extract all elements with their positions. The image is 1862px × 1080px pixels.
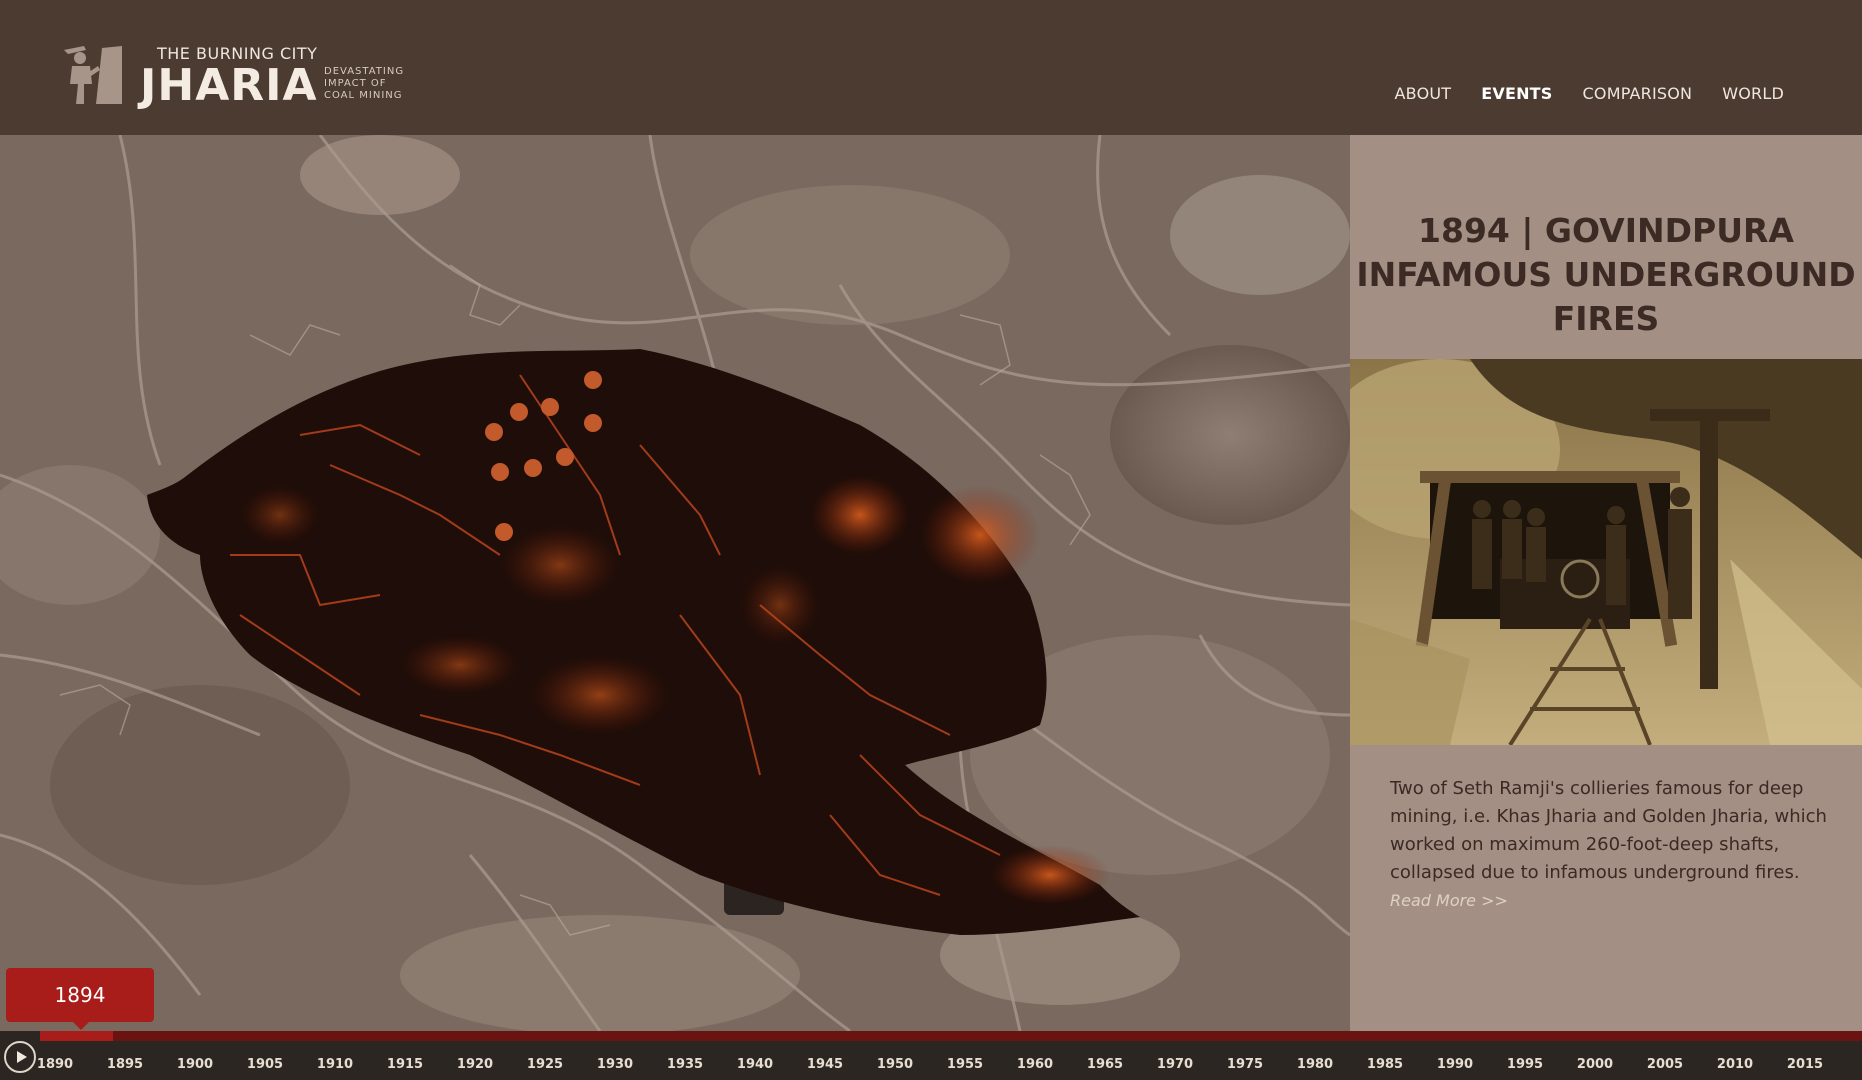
timeline-year-2005[interactable]: 2005 (1640, 1057, 1690, 1072)
timeline-year-1950[interactable]: 1950 (870, 1057, 920, 1072)
timeline-year-1930[interactable]: 1930 (590, 1057, 640, 1072)
timeline: 1890 1895 1900 1905 1910 1915 1920 1925 1930 1935… (0, 1031, 1862, 1080)
timeline-year-1955[interactable]: 1955 (940, 1057, 990, 1072)
timeline-year-1895[interactable]: 1895 (100, 1057, 150, 1072)
nav-about[interactable]: ABOUT (1395, 84, 1452, 103)
timeline-year-2010[interactable]: 2010 (1710, 1057, 1760, 1072)
nav-world[interactable]: WORLD (1722, 84, 1784, 103)
main-nav: ABOUT EVENTS COMPARISON WORLD (1395, 84, 1784, 103)
timeline-year-1915[interactable]: 1915 (380, 1057, 430, 1072)
timeline-track[interactable] (40, 1031, 1862, 1041)
selected-year-badge: 1894 (6, 968, 154, 1022)
miner-logo-icon (64, 46, 122, 104)
timeline-year-2015[interactable]: 2015 (1780, 1057, 1830, 1072)
timeline-year-1900[interactable]: 1900 (170, 1057, 220, 1072)
event-panel: 1894 | GOVINDPURA INFAMOUS UNDERGROUND F… (1350, 135, 1862, 1031)
timeline-progress (40, 1031, 113, 1041)
timeline-year-1945[interactable]: 1945 (800, 1057, 850, 1072)
timeline-year-1995[interactable]: 1995 (1500, 1057, 1550, 1072)
event-description: Two of Seth Ramji's collieries famous fo… (1390, 778, 1827, 883)
site-logo[interactable]: THE BURNING CITY JHARIA DEVASTATING IMPA… (62, 44, 422, 111)
timeline-year-2000[interactable]: 2000 (1570, 1057, 1620, 1072)
timeline-year-1970[interactable]: 1970 (1150, 1057, 1200, 1072)
site-header: THE BURNING CITY JHARIA DEVASTATING IMPA… (0, 0, 1862, 135)
satellite-map[interactable] (0, 135, 1350, 1031)
timeline-year-1960[interactable]: 1960 (1010, 1057, 1060, 1072)
map-canvas (0, 135, 1350, 1031)
nav-comparison[interactable]: COMPARISON (1583, 84, 1693, 103)
brand-name: JHARIA (140, 60, 318, 111)
event-title: 1894 | GOVINDPURA INFAMOUS UNDERGROUND F… (1356, 211, 1856, 338)
nav-events[interactable]: EVENTS (1481, 84, 1552, 103)
timeline-year-1890[interactable]: 1890 (30, 1057, 80, 1072)
read-more-link[interactable]: Read More >> (1390, 891, 1508, 910)
event-photo (1350, 359, 1862, 745)
timeline-year-1920[interactable]: 1920 (450, 1057, 500, 1072)
timeline-year-1980[interactable]: 1980 (1290, 1057, 1340, 1072)
mine-photo-illustration (1350, 359, 1862, 745)
timeline-year-1940[interactable]: 1940 (730, 1057, 780, 1072)
play-icon (17, 1051, 27, 1063)
timeline-year-1925[interactable]: 1925 (520, 1057, 570, 1072)
timeline-year-1910[interactable]: 1910 (310, 1057, 360, 1072)
timeline-year-1935[interactable]: 1935 (660, 1057, 710, 1072)
timeline-year-1965[interactable]: 1965 (1080, 1057, 1130, 1072)
brand-tagline: DEVASTATING IMPACT OF COAL MINING (324, 66, 405, 101)
year-badge-pointer (72, 1021, 90, 1030)
timeline-year-1905[interactable]: 1905 (240, 1057, 290, 1072)
timeline-year-1990[interactable]: 1990 (1430, 1057, 1480, 1072)
timeline-year-1985[interactable]: 1985 (1360, 1057, 1410, 1072)
timeline-year-1975[interactable]: 1975 (1220, 1057, 1270, 1072)
